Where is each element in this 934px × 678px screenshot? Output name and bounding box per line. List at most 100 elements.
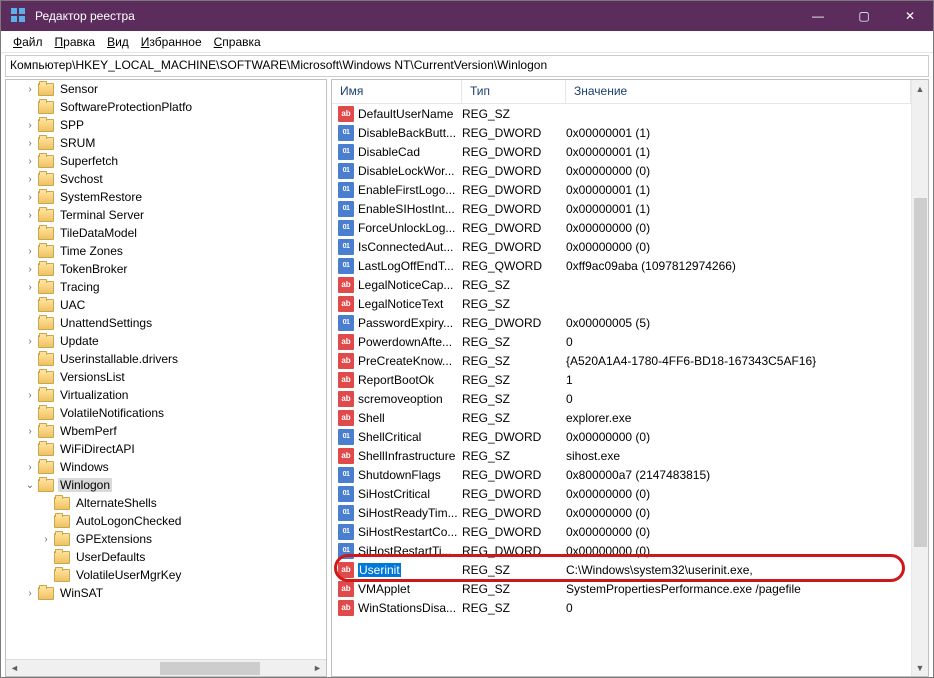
list-vscrollbar[interactable]: ▲ ▼ — [911, 80, 928, 676]
string-value-icon — [338, 391, 354, 407]
menu-help[interactable]: Справка — [208, 33, 267, 51]
tree-node[interactable]: VersionsList — [6, 368, 326, 386]
address-bar[interactable]: Компьютер\HKEY_LOCAL_MACHINE\SOFTWARE\Mi… — [5, 55, 929, 77]
expand-toggle-icon[interactable]: › — [22, 336, 38, 347]
registry-value-row[interactable]: LegalNoticeCap...REG_SZ — [332, 275, 911, 294]
tree-hscrollbar[interactable]: ◄ ► — [6, 659, 326, 676]
expand-toggle-icon[interactable]: › — [22, 84, 38, 95]
tree-node[interactable]: ›Time Zones — [6, 242, 326, 260]
registry-value-row[interactable]: UserinitREG_SZC:\Windows\system32\userin… — [332, 560, 911, 579]
tree-node[interactable]: UAC — [6, 296, 326, 314]
registry-value-row[interactable]: DefaultUserNameREG_SZ — [332, 104, 911, 123]
tree-node[interactable]: ›Terminal Server — [6, 206, 326, 224]
scroll-thumb[interactable] — [160, 662, 260, 675]
registry-value-row[interactable]: VMAppletREG_SZSystemPropertiesPerformanc… — [332, 579, 911, 598]
registry-value-row[interactable]: ReportBootOkREG_SZ1 — [332, 370, 911, 389]
registry-value-row[interactable]: ShellInfrastructureREG_SZsihost.exe — [332, 446, 911, 465]
close-button[interactable]: ✕ — [887, 1, 933, 31]
list-pane[interactable]: Имя Тип Значение DefaultUserNameREG_SZDi… — [331, 79, 929, 677]
scroll-left-button[interactable]: ◄ — [6, 660, 23, 676]
tree-node[interactable]: ⌄Winlogon — [6, 476, 326, 494]
expand-toggle-icon[interactable]: › — [22, 174, 38, 185]
registry-value-row[interactable]: LegalNoticeTextREG_SZ — [332, 294, 911, 313]
expand-toggle-icon[interactable]: › — [22, 264, 38, 275]
registry-value-row[interactable]: DisableCadREG_DWORD0x00000001 (1) — [332, 142, 911, 161]
scroll-up-button[interactable]: ▲ — [912, 80, 928, 97]
tree-node[interactable]: WiFiDirectAPI — [6, 440, 326, 458]
registry-value-row[interactable]: ShutdownFlagsREG_DWORD0x800000a7 (214748… — [332, 465, 911, 484]
registry-value-row[interactable]: scremoveoptionREG_SZ0 — [332, 389, 911, 408]
expand-toggle-icon[interactable]: › — [22, 390, 38, 401]
registry-value-row[interactable]: IsConnectedAut...REG_DWORD0x00000000 (0) — [332, 237, 911, 256]
expand-toggle-icon[interactable]: › — [22, 210, 38, 221]
registry-value-row[interactable]: EnableSIHostInt...REG_DWORD0x00000001 (1… — [332, 199, 911, 218]
tree-node[interactable]: ›Update — [6, 332, 326, 350]
registry-value-row[interactable]: ShellCriticalREG_DWORD0x00000000 (0) — [332, 427, 911, 446]
minimize-button[interactable]: — — [795, 1, 841, 31]
expand-toggle-icon[interactable]: › — [22, 282, 38, 293]
registry-value-row[interactable]: LastLogOffEndT...REG_QWORD0xff9ac09aba (… — [332, 256, 911, 275]
registry-value-row[interactable]: EnableFirstLogo...REG_DWORD0x00000001 (1… — [332, 180, 911, 199]
tree-node[interactable]: UnattendSettings — [6, 314, 326, 332]
expand-toggle-icon[interactable]: › — [22, 138, 38, 149]
tree-node[interactable]: ›Tracing — [6, 278, 326, 296]
tree-pane[interactable]: ›SensorSoftwareProtectionPlatfo›SPP›SRUM… — [5, 79, 327, 677]
expand-toggle-icon[interactable]: › — [22, 246, 38, 257]
tree-node[interactable]: SoftwareProtectionPlatfo — [6, 98, 326, 116]
expand-toggle-icon[interactable]: › — [22, 156, 38, 167]
tree-node[interactable]: ›Virtualization — [6, 386, 326, 404]
tree-node[interactable]: ›Superfetch — [6, 152, 326, 170]
tree-node[interactable]: UserDefaults — [6, 548, 326, 566]
registry-value-row[interactable]: WinStationsDisa...REG_SZ0 — [332, 598, 911, 617]
tree-node[interactable]: Userinstallable.drivers — [6, 350, 326, 368]
expand-toggle-icon[interactable]: › — [22, 120, 38, 131]
tree-node[interactable]: VolatileNotifications — [6, 404, 326, 422]
maximize-button[interactable]: ▢ — [841, 1, 887, 31]
column-name[interactable]: Имя — [332, 80, 462, 103]
collapse-toggle-icon[interactable]: ⌄ — [22, 480, 38, 491]
menu-edit[interactable]: Правка — [49, 33, 102, 51]
registry-value-row[interactable]: SiHostRestartCo...REG_DWORD0x00000000 (0… — [332, 522, 911, 541]
expand-toggle-icon[interactable]: › — [22, 462, 38, 473]
registry-value-row[interactable]: DisableLockWor...REG_DWORD0x00000000 (0) — [332, 161, 911, 180]
scroll-right-button[interactable]: ► — [309, 660, 326, 676]
registry-value-row[interactable]: SiHostRestartTi...REG_DWORD0x00000000 (0… — [332, 541, 911, 560]
expand-toggle-icon[interactable]: › — [22, 192, 38, 203]
tree-node[interactable]: ›SRUM — [6, 134, 326, 152]
expand-toggle-icon[interactable]: › — [22, 588, 38, 599]
tree-node[interactable]: VolatileUserMgrKey — [6, 566, 326, 584]
registry-value-row[interactable]: PreCreateKnow...REG_SZ{A520A1A4-1780-4FF… — [332, 351, 911, 370]
registry-value-row[interactable]: ForceUnlockLog...REG_DWORD0x00000000 (0) — [332, 218, 911, 237]
menu-view[interactable]: Вид — [101, 33, 135, 51]
tree-node[interactable]: ›WbemPerf — [6, 422, 326, 440]
expand-toggle-icon[interactable]: › — [22, 426, 38, 437]
column-value[interactable]: Значение — [566, 80, 911, 103]
expand-toggle-icon[interactable]: › — [38, 534, 54, 545]
tree-node[interactable]: AutoLogonChecked — [6, 512, 326, 530]
registry-value-row[interactable]: SiHostReadyTim...REG_DWORD0x00000000 (0) — [332, 503, 911, 522]
scroll-down-button[interactable]: ▼ — [912, 659, 928, 676]
column-type[interactable]: Тип — [462, 80, 566, 103]
folder-icon — [38, 191, 54, 204]
scroll-track[interactable] — [23, 660, 309, 676]
tree-node[interactable]: TileDataModel — [6, 224, 326, 242]
tree-node[interactable]: ›SystemRestore — [6, 188, 326, 206]
scroll-thumb[interactable] — [914, 198, 927, 546]
registry-value-row[interactable]: PowerdownAfte...REG_SZ0 — [332, 332, 911, 351]
tree-node[interactable]: ›Svchost — [6, 170, 326, 188]
scroll-track[interactable] — [912, 97, 928, 659]
titlebar[interactable]: Редактор реестра — ▢ ✕ — [1, 1, 933, 31]
menu-favorites[interactable]: Избранное — [135, 33, 208, 51]
registry-value-row[interactable]: PasswordExpiry...REG_DWORD0x00000005 (5) — [332, 313, 911, 332]
registry-value-row[interactable]: ShellREG_SZexplorer.exe — [332, 408, 911, 427]
registry-value-row[interactable]: DisableBackButt...REG_DWORD0x00000001 (1… — [332, 123, 911, 142]
registry-value-row[interactable]: SiHostCriticalREG_DWORD0x00000000 (0) — [332, 484, 911, 503]
tree-node[interactable]: ›WinSAT — [6, 584, 326, 602]
tree-node[interactable]: ›Windows — [6, 458, 326, 476]
tree-node[interactable]: AlternateShells — [6, 494, 326, 512]
menu-file[interactable]: Файл — [7, 33, 49, 51]
tree-node[interactable]: ›GPExtensions — [6, 530, 326, 548]
tree-node[interactable]: ›TokenBroker — [6, 260, 326, 278]
tree-node[interactable]: ›SPP — [6, 116, 326, 134]
tree-node[interactable]: ›Sensor — [6, 80, 326, 98]
